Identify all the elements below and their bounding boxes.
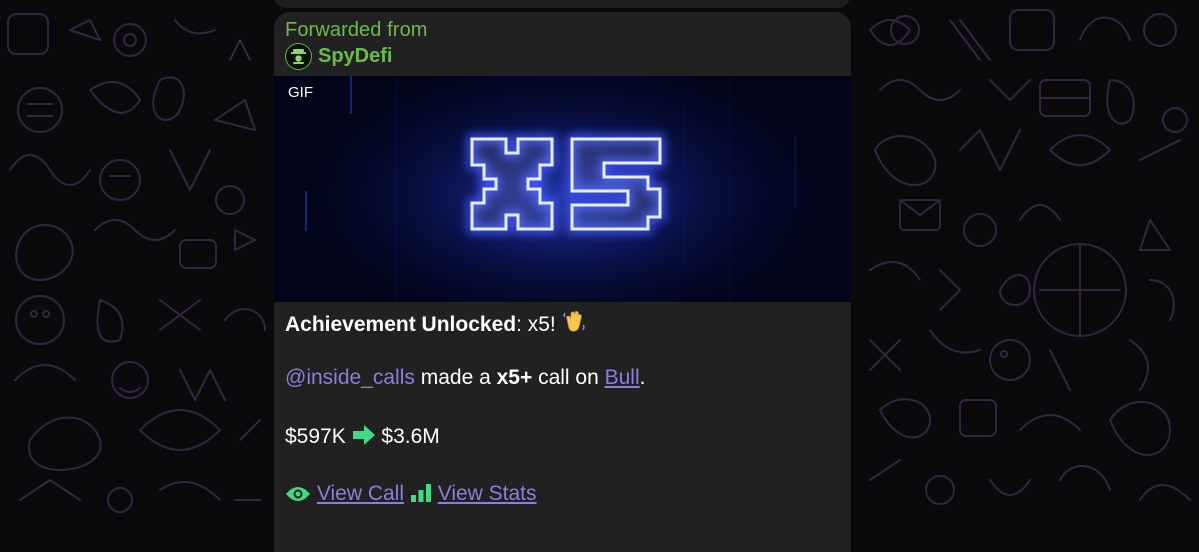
token-link[interactable]: Bull xyxy=(605,366,640,389)
to-value: $3.6M xyxy=(381,425,440,448)
from-value: $597K xyxy=(285,425,346,448)
eye-icon xyxy=(286,487,310,501)
waving-hand-icon xyxy=(563,311,585,332)
multiplier-text: x5+ xyxy=(496,366,533,389)
gif-badge: GIF xyxy=(288,84,313,101)
headline-line: Achievement Unlocked: x5! xyxy=(285,308,588,337)
previous-message-bubble xyxy=(274,0,850,8)
view-call-link[interactable]: View Call xyxy=(317,482,404,505)
made-text: made a xyxy=(414,366,497,389)
call-line: @inside_calls made a x5+ call on Bull. xyxy=(285,366,645,390)
links-line: View Call View Stats xyxy=(285,482,537,506)
message-bubble[interactable]: Forwarded from SpyDefi GIF Achievement U… xyxy=(274,12,851,552)
bar-chart-icon xyxy=(410,484,431,502)
gif-media[interactable]: GIF xyxy=(274,76,851,302)
mention-link[interactable]: @inside_calls xyxy=(285,366,415,389)
spy-logo-icon xyxy=(291,48,306,64)
call-on-text: call on xyxy=(532,366,605,389)
price-line: $597K $3.6M xyxy=(285,424,440,449)
headline-rest: : x5! xyxy=(516,313,556,336)
view-stats-link[interactable]: View Stats xyxy=(438,482,537,505)
right-arrow-icon xyxy=(352,425,375,445)
neon-x5-graphic xyxy=(274,76,851,302)
headline-bold: Achievement Unlocked xyxy=(285,313,517,336)
forwarded-label: Forwarded from xyxy=(285,19,428,41)
period-text: . xyxy=(639,366,646,389)
channel-name[interactable]: SpyDefi xyxy=(318,45,392,68)
forward-source[interactable]: SpyDefi xyxy=(285,42,392,70)
channel-avatar[interactable] xyxy=(285,42,312,70)
